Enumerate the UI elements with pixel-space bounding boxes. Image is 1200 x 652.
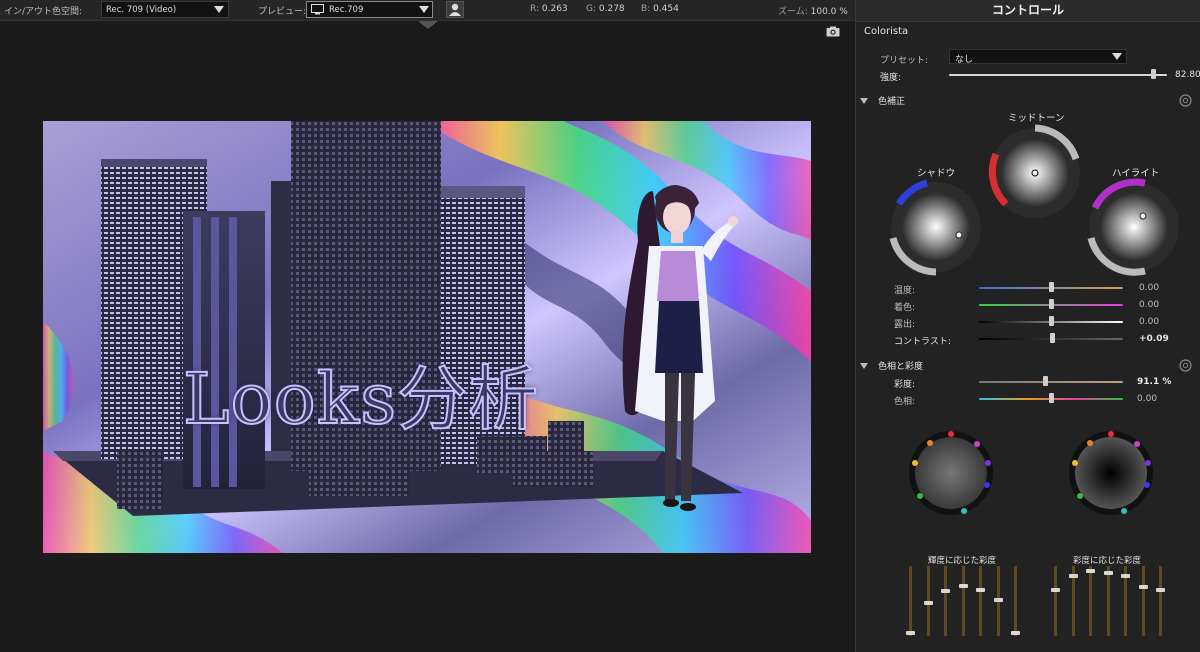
preview-colorspace-select[interactable]: Rec.709 <box>306 1 433 18</box>
hue-shift-wheel[interactable] <box>906 428 996 518</box>
slider-label: 温度: <box>894 286 916 296</box>
shadow-color-wheel[interactable] <box>887 178 985 276</box>
chevron-down-icon <box>419 6 429 13</box>
strength-slider-knob[interactable] <box>1151 69 1157 79</box>
sat-sat-label: 彩度に応じた彩度 <box>1073 556 1142 566</box>
fader-track[interactable] <box>1089 566 1092 636</box>
slider-label: 色相: <box>894 397 916 407</box>
fader-knob[interactable] <box>958 583 968 588</box>
saturation-shift-wheel[interactable] <box>1066 428 1156 518</box>
slider-label: 露出: <box>894 320 916 330</box>
shadow-label: シャドウ <box>917 168 956 179</box>
fader-knob[interactable] <box>1011 631 1020 636</box>
highlight-label: ハイライト <box>1112 168 1160 179</box>
fader-track[interactable] <box>961 566 965 636</box>
color-correction-section-label: 色補正 <box>878 97 906 107</box>
panel-title: コントロール <box>856 0 1200 22</box>
slider-value: 0.00 <box>1139 300 1160 310</box>
hue-saturation-section-label: 色相と彩度 <box>878 362 924 372</box>
preset-value: なし <box>955 55 974 65</box>
preset-label: プリセット: <box>880 56 929 66</box>
zoom-readout: ズーム: 100.0 % <box>778 7 848 17</box>
fader-knob[interactable] <box>1156 587 1165 592</box>
slider-value: 91.1 % <box>1137 377 1172 387</box>
viewer-notch-marker <box>418 21 438 29</box>
fader-knob[interactable] <box>906 631 915 636</box>
preset-select[interactable]: なし <box>949 49 1127 65</box>
camera-icon[interactable] <box>826 26 840 37</box>
fader-knob[interactable] <box>923 601 933 606</box>
fader-knob[interactable] <box>1103 571 1113 575</box>
person-button[interactable] <box>446 1 464 18</box>
inout-colorspace-label: イン/アウト色空間: <box>4 7 83 17</box>
preview-title-text: Looks分析 <box>182 357 540 441</box>
fader-knob[interactable] <box>976 587 985 592</box>
fader-knob[interactable] <box>1138 585 1148 589</box>
g-readout: G: 0.278 <box>586 4 625 14</box>
slider-label: 着色: <box>894 303 916 313</box>
slider-value: 0.00 <box>1137 394 1158 404</box>
preview-scene <box>43 121 811 553</box>
slider-knob[interactable] <box>1049 333 1055 343</box>
fader-knob[interactable] <box>993 598 1003 603</box>
slider-value: 0.00 <box>1139 283 1160 293</box>
fader-track[interactable] <box>1141 566 1145 636</box>
fader-track[interactable] <box>1106 566 1110 636</box>
chevron-down-icon <box>214 6 224 13</box>
fader-track[interactable] <box>944 566 947 636</box>
person-icon <box>449 3 461 16</box>
slider-value: +0.09 <box>1139 334 1169 344</box>
monitor-icon <box>311 4 324 15</box>
control-panel: コントロール Colorista プリセット: なし 強度: 82.80 色補正… <box>855 0 1200 652</box>
strength-slider-track[interactable] <box>949 74 1167 76</box>
effect-name: Colorista <box>864 26 909 37</box>
r-readout: R: 0.263 <box>530 4 568 14</box>
slider-knob[interactable] <box>1048 299 1054 309</box>
fader-knob[interactable] <box>1051 587 1060 592</box>
slider-label: 彩度: <box>894 380 916 390</box>
slider-knob[interactable] <box>1048 316 1054 326</box>
midtone-label: ミッドトーン <box>1008 113 1065 124</box>
preview-colorspace-value: Rec.709 <box>329 5 364 15</box>
viewer-area: Looks分析 <box>0 21 855 652</box>
preview-label: プレビュー: <box>258 7 307 17</box>
fader-knob[interactable] <box>941 589 950 594</box>
highlight-color-wheel[interactable] <box>1085 178 1183 276</box>
strength-value: 82.80 <box>1175 70 1200 80</box>
slider-knob[interactable] <box>1042 376 1048 386</box>
slider-knob[interactable] <box>1048 282 1054 292</box>
section-collapse-icon[interactable] <box>860 98 868 104</box>
fader-track[interactable] <box>1054 566 1057 636</box>
fader-knob[interactable] <box>1121 573 1130 578</box>
slider-label: コントラスト: <box>894 337 951 347</box>
preview-image: Looks分析 <box>43 121 811 553</box>
slider-knob[interactable] <box>1048 393 1054 403</box>
viewer-toolbar: イン/アウト色空間: Rec. 709 (Video) プレビュー: Rec.7… <box>0 0 855 21</box>
strength-label: 強度: <box>880 73 902 83</box>
chevron-down-icon <box>1112 53 1122 60</box>
b-readout: B: 0.454 <box>641 4 679 14</box>
fader-knob[interactable] <box>1068 573 1078 578</box>
fader-track[interactable] <box>979 566 982 636</box>
reset-icon[interactable] <box>1179 359 1192 372</box>
inout-colorspace-value: Rec. 709 (Video) <box>106 5 177 15</box>
slider-value: 0.00 <box>1139 317 1160 327</box>
midtone-color-wheel[interactable] <box>986 124 1084 222</box>
fader-track[interactable] <box>909 566 912 636</box>
slider-track[interactable] <box>979 381 1123 383</box>
luma-sat-label: 輝度に応じた彩度 <box>928 556 997 566</box>
fader-track[interactable] <box>1014 566 1017 636</box>
section-collapse-icon[interactable] <box>860 363 868 369</box>
reset-icon[interactable] <box>1179 94 1192 107</box>
fader-knob[interactable] <box>1086 568 1095 573</box>
inout-colorspace-select[interactable]: Rec. 709 (Video) <box>101 1 229 18</box>
fader-track[interactable] <box>1159 566 1162 636</box>
